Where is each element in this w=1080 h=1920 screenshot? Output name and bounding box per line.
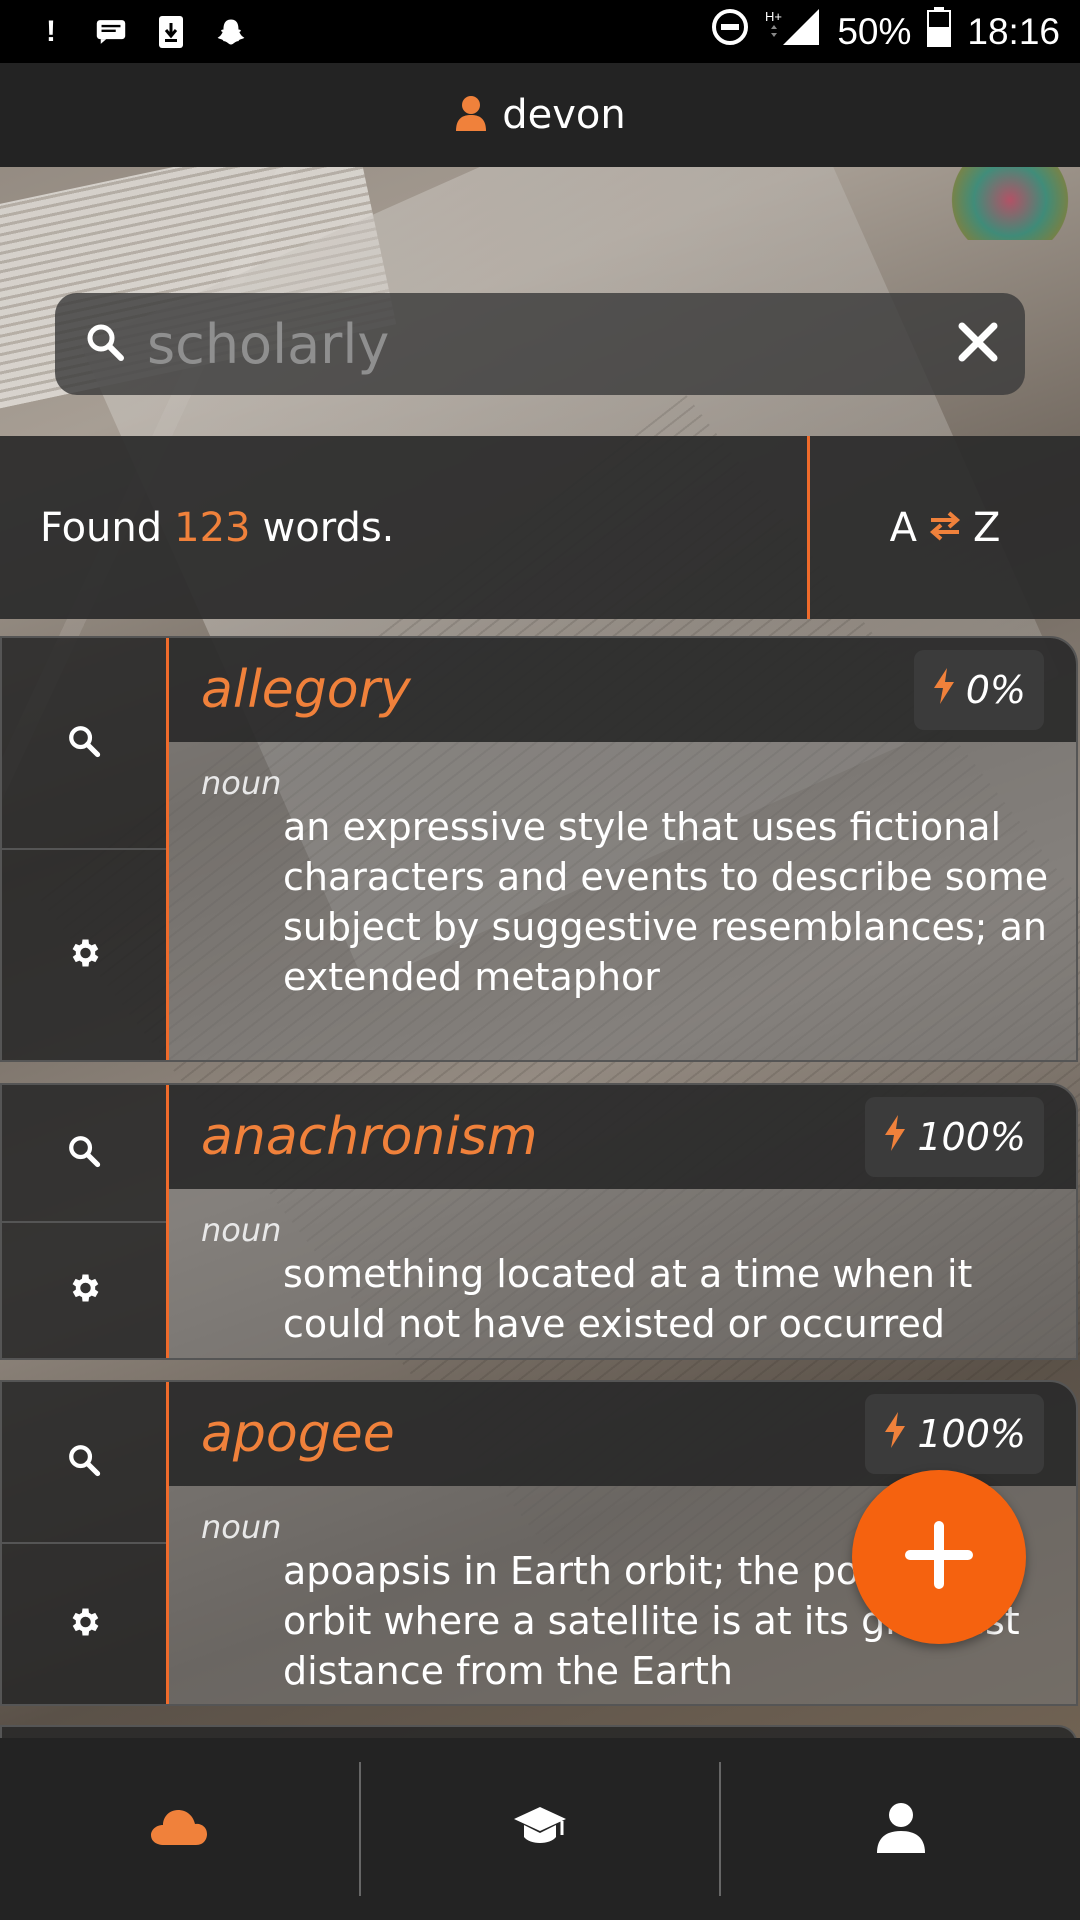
lightning-icon xyxy=(883,1114,907,1160)
lookup-button[interactable] xyxy=(2,1382,166,1544)
status-bar: ! H+ 50% 18:16 xyxy=(0,0,1080,63)
do-not-disturb-icon xyxy=(711,8,749,55)
lookup-button[interactable] xyxy=(2,1085,166,1223)
score-value: 0% xyxy=(965,668,1026,712)
lightning-icon xyxy=(883,1411,907,1457)
score-badge: 100% xyxy=(865,1394,1044,1474)
part-of-speech: noun xyxy=(201,1211,282,1249)
words-label: words. xyxy=(262,504,395,551)
found-label: Found xyxy=(40,504,163,551)
search-bar xyxy=(55,293,1025,395)
bottom-navigation xyxy=(0,1738,1080,1920)
app-header: devon xyxy=(0,63,1080,167)
search-input[interactable] xyxy=(145,311,909,377)
username[interactable]: devon xyxy=(502,92,626,138)
settings-button[interactable] xyxy=(2,1223,166,1359)
nav-cloud[interactable] xyxy=(0,1762,359,1896)
sort-from-label: A xyxy=(889,504,917,551)
search-icon xyxy=(67,1134,101,1172)
lightning-icon xyxy=(932,667,956,713)
score-value: 100% xyxy=(917,1412,1026,1456)
add-word-button[interactable] xyxy=(852,1470,1026,1644)
clear-search-icon[interactable] xyxy=(957,321,999,367)
exclamation-icon: ! xyxy=(46,14,56,48)
battery-icon xyxy=(927,7,952,56)
graduation-cap-icon xyxy=(512,1805,568,1853)
word-card: anachronism 100% noun something located … xyxy=(0,1083,1078,1360)
svg-text:H+: H+ xyxy=(765,9,782,24)
word-title[interactable]: allegory xyxy=(201,660,411,720)
sort-toggle-button[interactable]: A Z xyxy=(810,436,1080,619)
search-icon xyxy=(67,1443,101,1481)
definition: an expressive style that uses fictional … xyxy=(283,805,1049,999)
download-icon xyxy=(156,15,186,48)
gear-icon xyxy=(66,1270,102,1310)
search-icon xyxy=(85,322,125,366)
gear-icon xyxy=(66,1604,102,1644)
results-bar: Found 123 words. A Z xyxy=(0,436,1080,619)
word-card: allegory 0% noun an expressive style tha… xyxy=(0,636,1078,1062)
snapchat-icon xyxy=(216,17,246,47)
score-badge: 100% xyxy=(865,1097,1044,1177)
nav-learn[interactable] xyxy=(361,1762,720,1896)
part-of-speech: noun xyxy=(201,764,282,802)
settings-button[interactable] xyxy=(2,850,166,1060)
word-title[interactable]: anachronism xyxy=(201,1107,538,1167)
clock: 18:16 xyxy=(967,10,1060,52)
user-icon xyxy=(454,95,488,135)
nav-profile[interactable] xyxy=(721,1762,1080,1896)
signal-icon: H+ xyxy=(765,7,821,56)
profile-icon xyxy=(875,1801,927,1857)
word-title[interactable]: apogee xyxy=(201,1404,395,1464)
sort-to-label: Z xyxy=(972,504,1001,551)
results-count-text: Found 123 words. xyxy=(0,436,810,619)
results-count: 123 xyxy=(174,504,251,551)
settings-button[interactable] xyxy=(2,1544,166,1704)
score-badge: 0% xyxy=(913,650,1044,730)
score-value: 100% xyxy=(917,1115,1026,1159)
lookup-button[interactable] xyxy=(2,638,166,850)
cloud-icon xyxy=(150,1808,208,1850)
gear-icon xyxy=(66,935,102,975)
message-icon xyxy=(96,17,126,47)
definition: something located at a time when it coul… xyxy=(283,1252,973,1346)
search-icon xyxy=(67,724,101,762)
battery-percent: 50% xyxy=(837,10,912,52)
plus-icon xyxy=(904,1520,974,1594)
swap-arrows-icon xyxy=(927,505,963,551)
